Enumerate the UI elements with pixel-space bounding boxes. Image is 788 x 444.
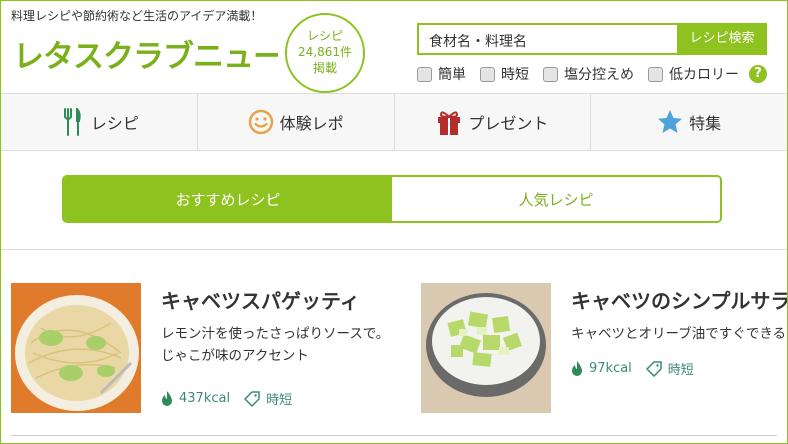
nav-label: 特集: [689, 114, 722, 133]
recipe-desc-line: キャベツとオリーブ油ですぐできる: [571, 326, 787, 342]
recipe-image-cabbage-spaghetti[interactable]: [11, 283, 141, 413]
tab-popular[interactable]: 人気レシピ: [392, 177, 720, 221]
badge-line-count: 24,861件: [298, 45, 352, 59]
recipe-card[interactable]: キャベツのシンプルサラダ キャベツとオリーブ油ですぐできる 97kcal 時短: [421, 283, 787, 423]
recipe-meta: 437kcal 時短: [161, 389, 306, 408]
site-logo[interactable]: レタスクラブニュース: [13, 31, 278, 75]
recipe-title[interactable]: キャベツのシンプルサラダ: [571, 285, 787, 314]
tag-icon: [244, 390, 260, 407]
filter-label: 簡単: [438, 67, 466, 83]
help-icon[interactable]: ?: [749, 65, 767, 83]
flame-icon: [162, 390, 172, 406]
filter-easy[interactable]: 簡単: [417, 64, 466, 84]
star-icon: [657, 108, 683, 136]
recipe-desc-line: レモン汁を使ったさっぱりソースで。: [161, 326, 390, 342]
recipe-kcal: 97kcal: [571, 360, 632, 377]
section-divider: [1, 249, 787, 250]
nav-item-feature[interactable]: 特集: [591, 94, 787, 150]
main-nav: レシピ 体験レポ プレゼント 特集: [1, 93, 787, 151]
smiley-icon: [248, 108, 274, 136]
nav-label: プレゼント: [468, 114, 549, 133]
site-tagline: 料理レシピや節約術など生活のアイデア満載！: [11, 9, 263, 23]
badge-line-listed: 掲載: [312, 61, 337, 75]
recipe-image-cabbage-salad[interactable]: [421, 283, 551, 413]
recipe-description: キャベツとオリーブ油ですぐできる: [571, 323, 787, 345]
recipe-tag[interactable]: 時短: [244, 389, 292, 408]
badge-line-recipe: レシピ: [306, 29, 343, 43]
tab-recommended[interactable]: おすすめレシピ: [64, 177, 392, 221]
search-input[interactable]: 食材名・料理名: [417, 23, 677, 55]
search-filters: 簡単 時短 塩分控えめ 低カロリー ?: [417, 63, 777, 85]
nav-label: 体験レポ: [279, 114, 344, 133]
filter-low-calorie[interactable]: 低カロリー: [648, 64, 739, 84]
gift-icon: [436, 108, 462, 136]
tag-icon: [645, 360, 662, 377]
tag-label: 時短: [266, 393, 293, 408]
filter-label: 塩分控えめ: [564, 67, 634, 83]
site-header: 料理レシピや節約術など生活のアイデア満載！ レタスクラブニュース レシピ 24,…: [1, 1, 787, 93]
recipe-card[interactable]: キャベツスパゲッティ レモン汁を使ったさっぱりソースで。 じゃこが味のアクセント…: [11, 283, 411, 423]
filter-low-salt[interactable]: 塩分控えめ: [543, 64, 634, 84]
tag-label: 時短: [667, 363, 694, 378]
filter-checkbox[interactable]: [480, 66, 495, 82]
nav-item-report[interactable]: 体験レポ: [198, 94, 395, 150]
filter-label: 時短: [501, 67, 529, 83]
recipe-kcal: 437kcal: [161, 390, 231, 407]
nav-item-present[interactable]: プレゼント: [395, 94, 592, 150]
svg-text:レタスクラブニュース: レタスクラブニュース: [13, 39, 278, 75]
kcal-value: 97kcal: [589, 361, 632, 376]
search-button[interactable]: レシピ検索: [677, 23, 767, 55]
kcal-value: 437kcal: [179, 391, 231, 406]
recipe-tag[interactable]: 時短: [645, 359, 694, 378]
nav-label: レシピ: [90, 114, 139, 133]
nav-item-recipe[interactable]: レシピ: [1, 94, 198, 150]
filter-checkbox[interactable]: [417, 66, 432, 82]
recipe-description: レモン汁を使ったさっぱりソースで。 じゃこが味のアクセント: [161, 323, 421, 367]
recipe-desc-line: じゃこが味のアクセント: [161, 348, 309, 364]
recipe-tabs: おすすめレシピ 人気レシピ: [62, 175, 722, 223]
recipe-title[interactable]: キャベツスパゲッティ: [161, 285, 360, 314]
recipe-meta: 97kcal 時短: [571, 359, 708, 378]
filter-checkbox[interactable]: [543, 66, 558, 82]
filter-checkbox[interactable]: [648, 66, 663, 82]
flame-icon: [572, 360, 582, 376]
recipe-count-badge: レシピ 24,861件 掲載: [285, 13, 365, 93]
fork-knife-icon: [59, 108, 85, 136]
filter-label: 低カロリー: [669, 67, 739, 83]
list-bottom-divider: [11, 435, 777, 436]
filter-quick[interactable]: 時短: [480, 64, 529, 84]
